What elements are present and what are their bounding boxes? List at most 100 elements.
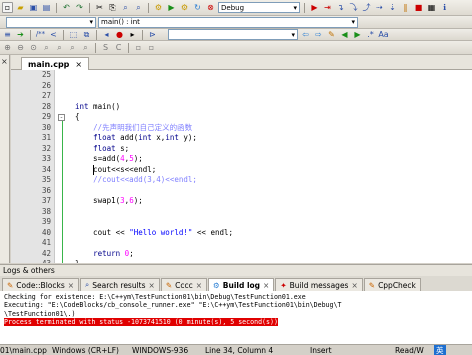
new-file-icon[interactable]: ▫ bbox=[2, 2, 13, 13]
line-number: 42 bbox=[41, 248, 51, 258]
status-mode: Insert bbox=[310, 346, 332, 355]
tab-build-messages[interactable]: ✦ Build messages × bbox=[275, 278, 363, 291]
line-number: 40 bbox=[41, 227, 51, 237]
copy-icon[interactable]: ⎘ bbox=[107, 2, 118, 13]
tab-codeblocks[interactable]: ✎ Code::Blocks × bbox=[2, 278, 80, 291]
build-icon[interactable]: ⚙ bbox=[153, 2, 164, 13]
code-editor[interactable]: 2526272829303132333435363738394041424344… bbox=[11, 70, 472, 263]
stop-debugger-icon[interactable]: ■ bbox=[413, 2, 424, 13]
code-line[interactable]: swap1(3,6); bbox=[75, 196, 143, 207]
code-line[interactable]: //cout<<add(3,4)<<endl; bbox=[75, 175, 197, 186]
code-line[interactable]: //先声明我们自己定义的函数 bbox=[75, 123, 192, 134]
zoom-in-icon[interactable]: ⊕ bbox=[2, 42, 13, 53]
search-combo[interactable]: ▾ bbox=[168, 29, 298, 40]
code-line[interactable]: return 0; bbox=[75, 249, 134, 260]
save-all-icon[interactable]: ▤ bbox=[41, 2, 52, 13]
step-out-icon[interactable]: ⤴ bbox=[361, 2, 372, 13]
replace-icon[interactable]: ⌕ bbox=[133, 2, 144, 13]
fold-toggle-icon[interactable]: - bbox=[58, 113, 65, 121]
logs-panel-title: Logs & others bbox=[0, 264, 472, 276]
code-line[interactable]: float s; bbox=[75, 144, 129, 155]
search-icon[interactable]: ⌕ bbox=[41, 42, 52, 53]
find-icon[interactable]: ⌕ bbox=[120, 2, 131, 13]
zoom-out-icon[interactable]: ⊖ bbox=[15, 42, 26, 53]
close-icon[interactable]: × bbox=[196, 281, 202, 290]
redo-icon[interactable]: ↷ bbox=[74, 2, 85, 13]
line-number: 38 bbox=[41, 206, 51, 216]
step-instruction-icon[interactable]: ⇣ bbox=[387, 2, 398, 13]
various-info-icon[interactable]: ℹ bbox=[439, 2, 450, 13]
tab-search-results[interactable]: ⌕ Search results × bbox=[80, 278, 160, 291]
forward-icon[interactable]: ⇨ bbox=[313, 29, 324, 40]
next-line-icon[interactable]: ↴ bbox=[335, 2, 346, 13]
next-bookmark-icon[interactable]: ▸ bbox=[127, 29, 138, 40]
line-number-gutter: 2526272829303132333435363738394041424344… bbox=[11, 70, 55, 263]
status-ime[interactable]: 英 bbox=[434, 345, 446, 355]
code-line[interactable]: cout<<s<<endl; bbox=[75, 165, 156, 176]
debug-windows-icon[interactable]: ▦ bbox=[426, 2, 437, 13]
close-icon[interactable]: × bbox=[149, 281, 155, 290]
close-icon[interactable]: × bbox=[68, 281, 74, 290]
bookmark-icon[interactable]: ◂ bbox=[101, 29, 112, 40]
tab-build-log[interactable]: ⚙ Build log × bbox=[208, 278, 275, 291]
regex-icon[interactable]: .* bbox=[365, 29, 376, 40]
back-icon[interactable]: ⇦ bbox=[300, 29, 311, 40]
run-icon[interactable]: ▶ bbox=[166, 2, 177, 13]
line-number: 37 bbox=[41, 196, 51, 205]
zoom-reset-icon[interactable]: ⊙ bbox=[28, 42, 39, 53]
tool-1-icon[interactable]: ▫ bbox=[133, 42, 144, 53]
tool-2-icon[interactable]: ▫ bbox=[146, 42, 157, 53]
function-select[interactable]: main() : int ▾ bbox=[98, 16, 358, 28]
abort-icon[interactable]: ⊗ bbox=[205, 2, 216, 13]
symbol-s-icon[interactable]: S bbox=[100, 42, 111, 53]
breakpoint-icon[interactable]: ● bbox=[114, 29, 125, 40]
build-target-select[interactable]: Debug ▾ bbox=[218, 2, 300, 13]
code-line[interactable]: int main() bbox=[75, 102, 120, 113]
uncomment-icon[interactable]: < bbox=[48, 29, 59, 40]
match-brace-icon[interactable]: ⊳ bbox=[147, 29, 158, 40]
open-file-icon[interactable]: ▰ bbox=[15, 2, 26, 13]
build-run-icon[interactable]: ⚙ bbox=[179, 2, 190, 13]
code-line[interactable]: { bbox=[75, 112, 80, 123]
toggle-comment-icon[interactable]: ≡ bbox=[2, 29, 13, 40]
tab-main-cpp[interactable]: main.cpp × bbox=[21, 57, 90, 70]
selection-icon[interactable]: ⧉ bbox=[81, 29, 92, 40]
step-into-icon[interactable]: ⤵ bbox=[348, 2, 359, 13]
jump-icon[interactable]: ➔ bbox=[15, 29, 26, 40]
close-icon[interactable]: × bbox=[1, 57, 8, 66]
undo-icon[interactable]: ↶ bbox=[61, 2, 72, 13]
line-number: 25 bbox=[41, 70, 51, 79]
tab-label: main.cpp bbox=[28, 59, 70, 69]
log-error-line: Process terminated with status -10737415… bbox=[4, 317, 278, 327]
highlight-marker-icon[interactable]: ✎ bbox=[326, 29, 337, 40]
debug-start-icon[interactable]: ▶ bbox=[309, 2, 320, 13]
match-case-icon[interactable]: Aa bbox=[378, 29, 389, 40]
prev-match-icon[interactable]: ◀ bbox=[339, 29, 350, 40]
save-icon[interactable]: ▣ bbox=[28, 2, 39, 13]
rebuild-icon[interactable]: ↻ bbox=[192, 2, 203, 13]
symbol-c-icon[interactable]: C bbox=[113, 42, 124, 53]
comment-block-icon[interactable]: /** bbox=[35, 29, 46, 40]
cut-icon[interactable]: ✂ bbox=[94, 2, 105, 13]
code-line[interactable]: } bbox=[75, 259, 80, 263]
find-next-icon[interactable]: ⌕ bbox=[54, 42, 65, 53]
break-debugger-icon[interactable]: ‖ bbox=[400, 2, 411, 13]
next-match-icon[interactable]: ▶ bbox=[352, 29, 363, 40]
close-icon[interactable]: × bbox=[351, 281, 357, 290]
code-line[interactable]: float add(int x,int y); bbox=[75, 133, 197, 144]
code-line[interactable]: cout << "Hello world!" << endl; bbox=[75, 228, 233, 239]
scope-select[interactable]: ▾ bbox=[6, 16, 96, 28]
highlight-icon[interactable]: ⬚ bbox=[68, 29, 79, 40]
close-icon[interactable]: × bbox=[75, 60, 82, 69]
next-instruction-icon[interactable]: ⇢ bbox=[374, 2, 385, 13]
close-icon[interactable]: × bbox=[263, 281, 269, 290]
code-line[interactable]: s=add(4,5); bbox=[75, 154, 143, 165]
toolbar-separator bbox=[148, 2, 149, 13]
tab-cccc[interactable]: ✎ Cccc × bbox=[160, 278, 208, 291]
find-prev-icon[interactable]: ⌕ bbox=[67, 42, 78, 53]
status-bar: 01\main.cpp Windows (CR+LF) WINDOWS-936 … bbox=[0, 344, 472, 355]
log-line: \TestFunction01\.) bbox=[4, 309, 76, 318]
find-all-icon[interactable]: ⌕ bbox=[80, 42, 91, 53]
tab-cppcheck[interactable]: ✎ CppCheck bbox=[363, 278, 421, 291]
run-to-cursor-icon[interactable]: ⇥ bbox=[322, 2, 333, 13]
